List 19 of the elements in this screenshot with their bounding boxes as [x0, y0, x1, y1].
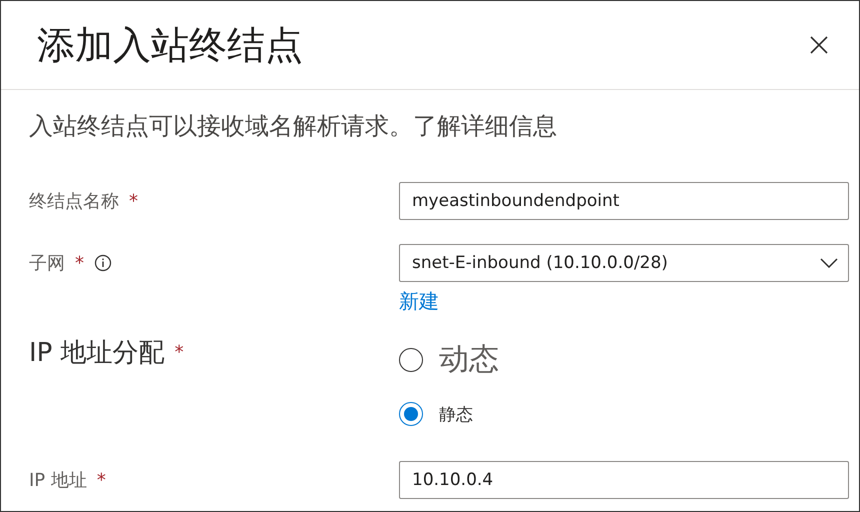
- subnet-dropdown[interactable]: snet-E-inbound (10.10.0.0/28): [399, 244, 849, 282]
- field-label: IP 地址: [29, 469, 87, 492]
- radio-option[interactable]: 动态: [399, 339, 849, 380]
- required-mark: *: [75, 252, 84, 274]
- chevron-down-icon: [820, 258, 838, 268]
- radio-option[interactable]: 静态: [399, 402, 849, 426]
- required-mark: *: [174, 342, 184, 362]
- text-field[interactable]: 10.10.0.4: [399, 461, 849, 499]
- close-button[interactable]: [809, 35, 829, 55]
- required-mark: *: [129, 190, 138, 212]
- create-new-link[interactable]: 新建: [399, 288, 439, 315]
- field-label: IP 地址分配: [29, 336, 165, 370]
- panel-title: 添加入站终结点: [37, 22, 303, 68]
- field-label: 子网: [29, 252, 65, 275]
- required-mark: *: [96, 470, 106, 490]
- field-label: 终结点名称: [29, 190, 119, 213]
- text-field[interactable]: myeastinboundendpoint: [399, 182, 849, 220]
- close-icon: [809, 35, 829, 55]
- description-text: 入站终结点可以接收域名解析请求。了解详细信息: [29, 111, 558, 142]
